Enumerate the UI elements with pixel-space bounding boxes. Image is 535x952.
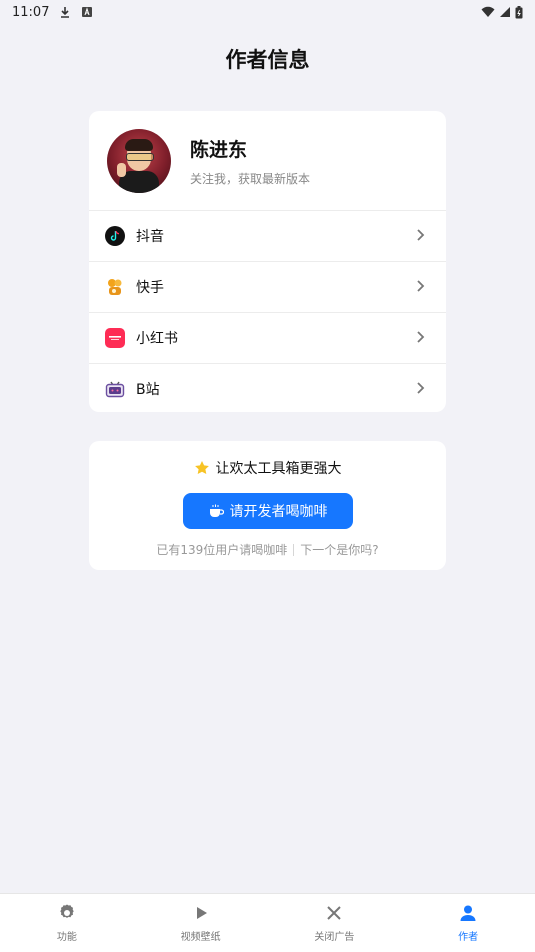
coffee-icon	[209, 504, 224, 517]
link-row-kuaishou[interactable]: 快手	[89, 262, 446, 313]
tab-close-ads[interactable]: 关闭广告	[268, 894, 402, 952]
status-bar: 11:07	[0, 0, 535, 24]
bilibili-icon	[105, 379, 125, 399]
gear-icon	[60, 904, 74, 918]
link-row-xiaohongshu[interactable]: 小红书	[89, 313, 446, 364]
divider	[293, 543, 295, 556]
chevron-right-icon	[417, 382, 425, 394]
font-icon	[82, 7, 93, 17]
profile-header: 陈进东 关注我，获取最新版本	[89, 111, 446, 211]
link-label: 小红书	[136, 331, 178, 347]
download-icon	[61, 7, 70, 18]
close-icon	[327, 906, 342, 920]
avatar	[107, 128, 171, 193]
coffee-footer: 已有139位用户请喝咖啡 下一个是你吗?	[89, 541, 446, 558]
coffee-card: 让欢太工具箱更强大 请开发者喝咖啡 已有139位用户请喝咖啡 下一个是你吗?	[89, 441, 446, 570]
kuaishou-icon	[105, 277, 125, 297]
chevron-right-icon	[417, 229, 425, 241]
wifi-icon	[481, 6, 495, 17]
page-title: 作者信息	[225, 48, 310, 72]
signal-icon	[500, 7, 510, 17]
tab-author[interactable]: 作者	[401, 894, 535, 952]
tab-label: 关闭广告	[314, 932, 355, 943]
profile-name: 陈进东	[190, 138, 248, 161]
coffee-count-text: 已有139位用户请喝咖啡	[156, 543, 288, 557]
douyin-icon	[105, 226, 125, 246]
xiaohongshu-icon	[105, 328, 125, 348]
tab-video-wallpaper[interactable]: 视频壁纸	[134, 894, 268, 952]
play-icon	[196, 907, 207, 919]
bottom-tab-bar: 功能 视频壁纸 关闭广告 作者	[0, 893, 535, 952]
coffee-title: 让欢太工具箱更强大	[215, 461, 342, 477]
chevron-right-icon	[417, 331, 425, 343]
link-row-bilibili[interactable]: B站	[89, 364, 446, 414]
status-time: 11:07	[12, 4, 50, 20]
link-label: 抖音	[136, 229, 164, 245]
chevron-right-icon	[417, 280, 425, 292]
tab-features[interactable]: 功能	[0, 894, 134, 952]
battery-icon	[515, 5, 523, 18]
link-label: B站	[136, 382, 160, 398]
buy-coffee-button[interactable]: 请开发者喝咖啡	[182, 493, 353, 529]
person-icon	[460, 905, 476, 921]
author-card: 陈进东 关注我，获取最新版本 抖音 快手 小红书 B站	[89, 111, 446, 412]
link-row-douyin[interactable]: 抖音	[89, 211, 446, 262]
coffee-next-text: 下一个是你吗?	[300, 543, 379, 557]
tab-label: 作者	[458, 932, 479, 943]
profile-subtitle: 关注我，获取最新版本	[190, 171, 311, 186]
star-icon	[194, 461, 209, 474]
tab-label: 视频壁纸	[180, 932, 221, 943]
link-label: 快手	[136, 280, 164, 296]
buy-coffee-label: 请开发者喝咖啡	[229, 503, 328, 519]
tab-label: 功能	[56, 932, 77, 943]
